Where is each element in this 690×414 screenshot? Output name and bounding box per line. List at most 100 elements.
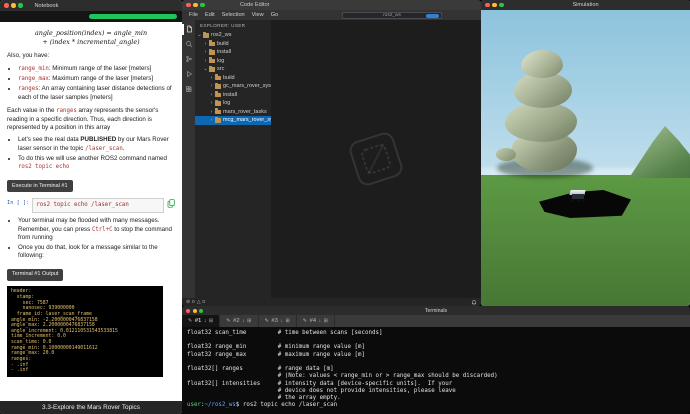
warnings-icon[interactable]: △ [197, 300, 201, 305]
tree-item-log[interactable]: ›log [195, 99, 271, 108]
tree-item-install[interactable]: ›install [195, 48, 271, 57]
minimize-button[interactable] [193, 309, 197, 313]
tree-item-log[interactable]: ›log [195, 57, 271, 66]
cell-prompt: In [ ]: [7, 198, 29, 207]
terminals-window: Terminals ✎ #1 ↓ ⊞ ✎ #2 ↓ ⊞ ✎ #3 ↓ ⊞ [182, 306, 690, 414]
chevron-right-icon: › [209, 92, 214, 98]
tree-item-build[interactable]: ›build [195, 74, 271, 83]
mars-rover [569, 190, 587, 203]
download-icon[interactable]: ↓ [242, 318, 245, 324]
tree-item-mars_rover_tasks[interactable]: ›mars_rover_tasks [195, 108, 271, 117]
close-button[interactable] [485, 3, 490, 8]
primary-action-pill[interactable] [426, 14, 439, 19]
command-center-label: ros2_ws [383, 13, 401, 18]
menu-view[interactable]: View [252, 12, 264, 18]
terminal-tabbar: ✎ #1 ↓ ⊞ ✎ #2 ↓ ⊞ ✎ #3 ↓ ⊞ ✎ #4 ↓ ⊞ [182, 315, 690, 327]
window-title: Code Editor [240, 2, 270, 8]
notebook-footer: 3.3-Explore the Mars Rover Topics [0, 401, 182, 414]
tab-label: #3 [271, 318, 277, 324]
shell-prompt-line: user:~/ros2_ws$ ros2 topic echo /laser_s… [187, 402, 685, 409]
chevron-right-icon: › [209, 75, 214, 81]
menu-selection[interactable]: Selection [222, 12, 245, 18]
prompt-command: ros2 topic echo /laser_scan [239, 402, 337, 408]
extensions-icon[interactable] [182, 85, 195, 93]
zoom-button[interactable] [18, 3, 23, 8]
simulation-viewport[interactable] [481, 10, 690, 306]
tree-item-ros2_ws[interactable]: ⌄ros2_ws [195, 31, 271, 40]
bell-icon[interactable] [471, 299, 477, 306]
bullet-list: Your terminal may be flooded with many m… [7, 217, 175, 261]
explorer-icon[interactable] [182, 25, 195, 33]
zoom-button[interactable] [200, 3, 205, 8]
rename-icon[interactable]: ✎ [303, 318, 307, 324]
chevron-right-icon: › [209, 117, 214, 123]
tree-item-src[interactable]: ⌄src [195, 65, 271, 74]
terminal-tab-3[interactable]: ✎ #3 ↓ ⊞ [259, 315, 297, 327]
list-item: To do this we will use another ROS2 comm… [18, 155, 175, 172]
download-icon[interactable]: ↓ [204, 318, 207, 324]
split-grid-icon[interactable]: ⊞ [285, 318, 289, 324]
terminals-titlebar[interactable]: Terminals [182, 306, 690, 315]
errors-icon[interactable]: ⊘ [186, 300, 190, 305]
command-center[interactable]: ros2_ws [342, 12, 442, 19]
terminal-tab-1[interactable]: ✎ #1 ↓ ⊞ [182, 315, 220, 327]
explorer-header: EXPLORER: USER [195, 20, 271, 31]
zoom-button[interactable] [499, 3, 504, 8]
minimize-button[interactable] [193, 3, 198, 8]
tree-item-gc_mars_rover_systems[interactable]: ›gc_mars_rover_systems [195, 82, 271, 91]
copy-icon[interactable] [167, 199, 175, 211]
window-title: Terminals [182, 308, 690, 314]
close-button[interactable] [186, 309, 190, 313]
window-title: Notebook [35, 3, 59, 9]
download-icon[interactable]: ↓ [280, 318, 283, 324]
rover-wheel [582, 199, 585, 202]
simulation-titlebar[interactable]: Simulation [481, 0, 690, 10]
folder-icon [215, 101, 221, 106]
tree-item-build[interactable]: ›build [195, 40, 271, 49]
split-grid-icon[interactable]: ⊞ [324, 318, 328, 324]
warnings-count: 0 [202, 300, 205, 305]
window-controls [186, 309, 203, 313]
chevron-right-icon: › [209, 83, 214, 89]
zoom-button[interactable] [199, 309, 203, 313]
close-button[interactable] [186, 3, 191, 8]
menu-edit[interactable]: Edit [205, 12, 215, 18]
minimize-button[interactable] [11, 3, 16, 8]
editor-titlebar[interactable]: Code Editor [182, 0, 481, 10]
minimize-button[interactable] [492, 3, 497, 8]
window-controls [186, 3, 205, 8]
folder-icon [215, 93, 221, 98]
code-cell-input[interactable]: ros2 topic echo /laser_scan [32, 198, 164, 213]
folder-icon [215, 84, 221, 89]
rename-icon[interactable]: ✎ [226, 318, 230, 324]
search-icon[interactable] [182, 40, 195, 48]
rover-wheel [571, 199, 574, 202]
folder-icon [215, 118, 221, 123]
rename-icon[interactable]: ✎ [265, 318, 269, 324]
tree-item-install[interactable]: ›install [195, 91, 271, 100]
execute-terminal-button[interactable]: Execute in Terminal #1 [7, 180, 73, 192]
menu-go[interactable]: Go [271, 12, 278, 18]
terminal-output-block: header: stamp: sec: 7587 nanosec: 939000… [7, 286, 163, 377]
list-item: Let's see the real data PUBLISHED by our… [18, 136, 175, 153]
notebook-titlebar[interactable]: Notebook [0, 0, 182, 11]
split-grid-icon[interactable]: ⊞ [247, 318, 251, 324]
editor-statusbar: ⊘ 0 △ 0 [182, 298, 481, 306]
terminal-tab-2[interactable]: ✎ #2 ↓ ⊞ [220, 315, 258, 327]
terminal-tab-4[interactable]: ✎ #4 ↓ ⊞ [297, 315, 335, 327]
terminal-output[interactable]: float32 scan_time # time between scans [… [182, 327, 690, 414]
paragraph: Each value in the ranges array represent… [7, 107, 175, 132]
close-button[interactable] [4, 3, 9, 8]
bullet-list: range_min: Minimum range of the laser [m… [7, 65, 175, 102]
folder-icon [203, 33, 209, 38]
run-debug-icon[interactable] [182, 70, 195, 78]
editor-pane[interactable] [271, 20, 481, 298]
terminal-output-button[interactable]: Terminal #1 Output [7, 269, 63, 281]
split-grid-icon[interactable]: ⊞ [209, 318, 213, 324]
source-control-icon[interactable] [182, 55, 195, 63]
menu-file[interactable]: File [189, 12, 198, 18]
rename-icon[interactable]: ✎ [188, 318, 192, 324]
errors-count: 0 [192, 300, 195, 305]
tree-item-mcg_mars_rover_systems[interactable]: ›mcg_mars_rover_systems [195, 116, 271, 125]
download-icon[interactable]: ↓ [319, 318, 322, 324]
